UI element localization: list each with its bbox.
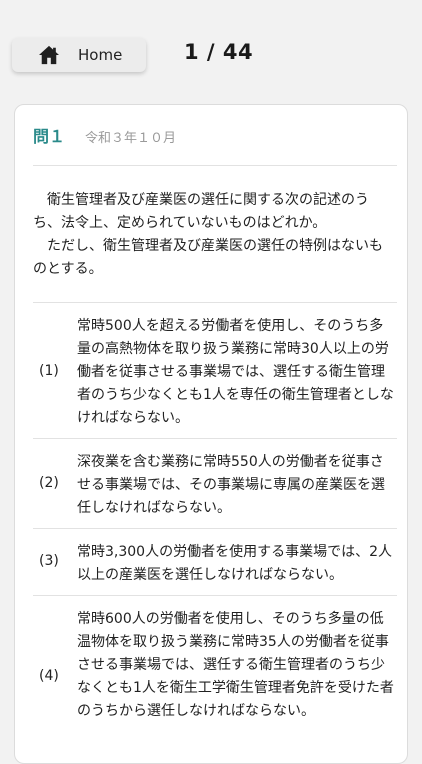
divider xyxy=(33,302,397,303)
question-counter: 1 / 44 xyxy=(184,40,254,64)
divider xyxy=(33,438,397,439)
option-text: 常時3,300人の労働者を使用する事業場では、2人以上の産業医を選任しなければな… xyxy=(77,544,392,583)
answer-option-2[interactable]: (2) 深夜業を含む業務に常時550人の労働者を従事させる事業場では、その事業場… xyxy=(33,451,395,523)
home-button[interactable]: Home xyxy=(12,38,146,72)
stem-paragraph: 衛生管理者及び産業医の選任に関する次の記述のうち、法令上、定められていないものは… xyxy=(33,192,369,231)
question-number: 問１ xyxy=(33,127,66,146)
answer-option-4[interactable]: (4) 常時600人の労働者を使用し、そのうち多量の低温物体を取り扱う業務に常時… xyxy=(33,608,395,748)
answer-option-1[interactable]: (1) 常時500人を超える労働者を使用し、そのうち多量の高熱物体を取り扱う業務… xyxy=(33,315,395,433)
option-number: (4) xyxy=(39,668,59,684)
stem-paragraph: ただし、衛生管理者及び産業医の選任の特例はないものとする。 xyxy=(33,238,383,277)
divider xyxy=(33,595,397,596)
exam-date: 令和３年１０月 xyxy=(85,131,177,146)
option-number: (3) xyxy=(39,553,59,569)
divider xyxy=(33,528,397,529)
home-button-label: Home xyxy=(78,46,123,64)
option-text: 常時600人の労働者を使用し、そのうち多量の低温物体を取り扱う業務に常時35人の… xyxy=(77,611,394,719)
option-text: 深夜業を含む業務に常時550人の労働者を従事させる事業場では、その事業場に専属の… xyxy=(77,454,385,516)
question-card: 問１ 令和３年１０月 衛生管理者及び産業医の選任に関する次の記述のうち、法令上、… xyxy=(14,104,408,764)
option-number: (2) xyxy=(39,475,59,491)
question-stem: 衛生管理者及び産業医の選任に関する次の記述のうち、法令上、定められていないものは… xyxy=(33,189,393,281)
divider xyxy=(33,165,397,166)
answer-option-3[interactable]: (3) 常時3,300人の労働者を使用する事業場では、2人以上の産業医を選任しな… xyxy=(33,541,395,589)
home-icon xyxy=(39,45,59,65)
option-number: (1) xyxy=(39,363,59,379)
question-header: 問１ 令和３年１０月 xyxy=(33,123,176,147)
top-bar: Home 1 / 44 xyxy=(0,0,422,100)
option-text: 常時500人を超える労働者を使用し、そのうち多量の高熱物体を取り扱う業務に常時3… xyxy=(77,318,394,426)
